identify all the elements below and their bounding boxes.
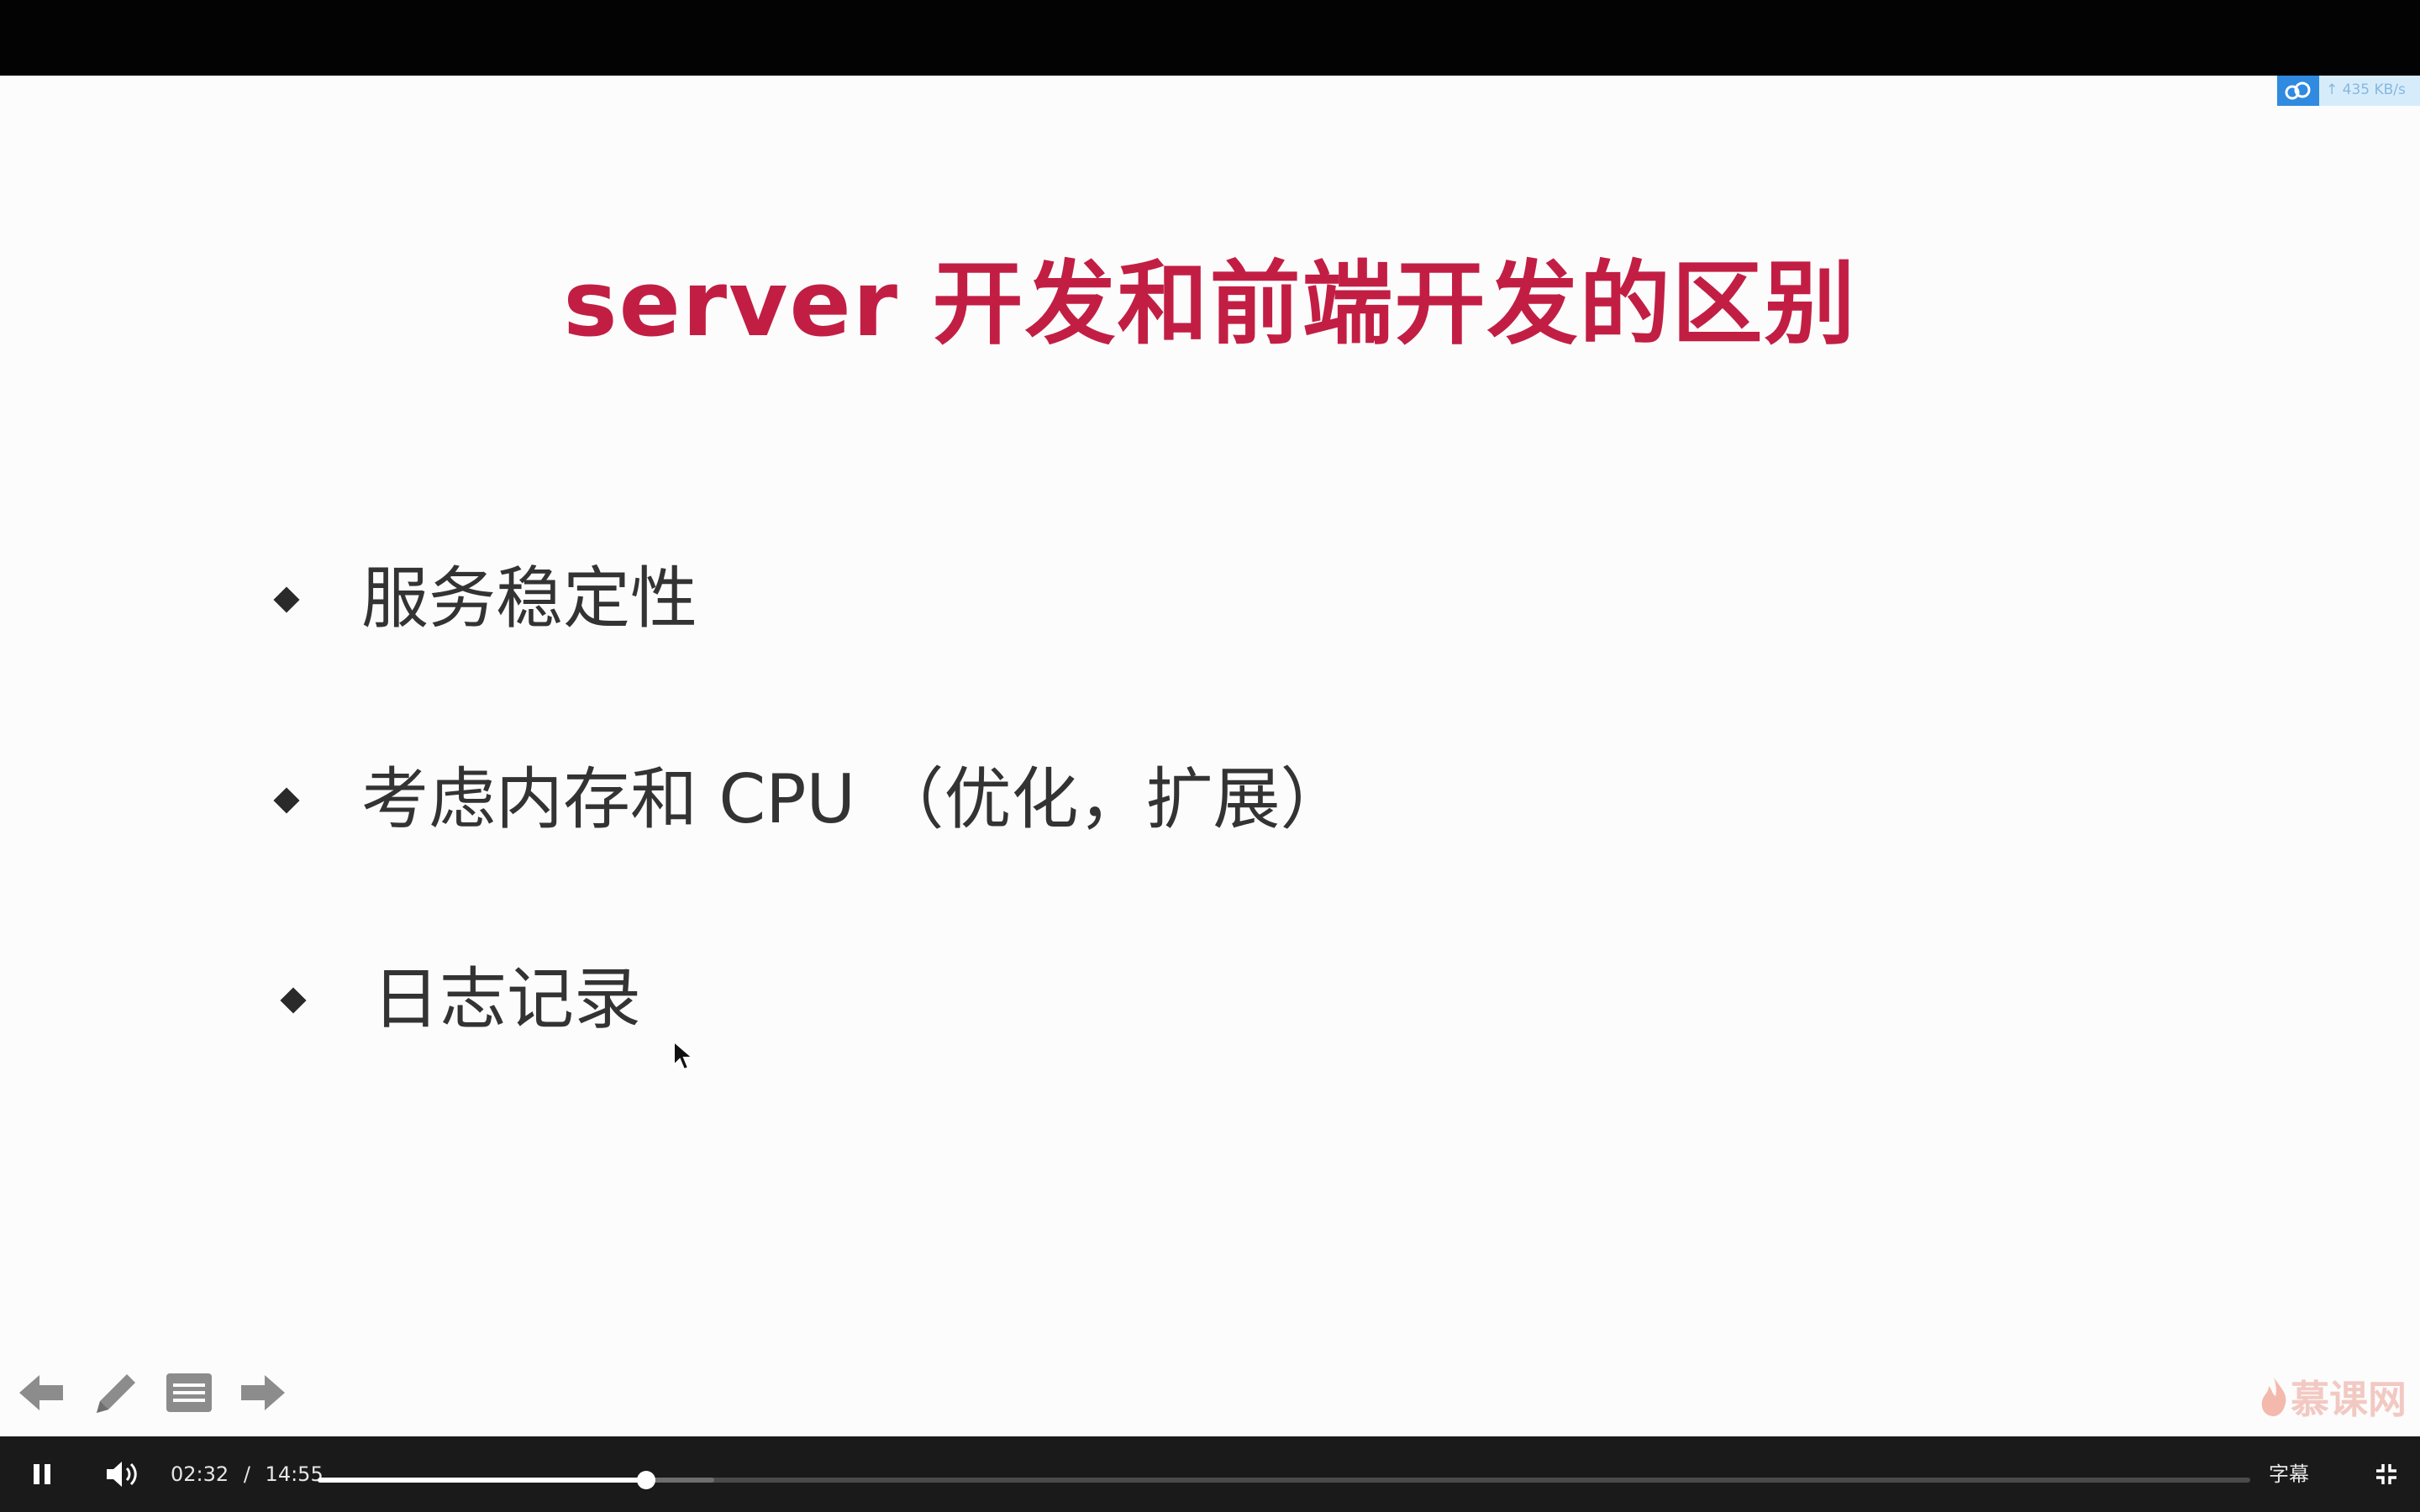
mouse-cursor-icon: [673, 1040, 695, 1071]
player-controls: 02:32 / 14:55: [0, 1436, 2420, 1512]
current-time: 02:32: [171, 1462, 229, 1486]
subtitle-button[interactable]: 字幕: [2269, 1436, 2309, 1512]
time-display: 02:32 / 14:55: [171, 1436, 324, 1512]
cloud-icon: [2277, 76, 2319, 106]
brand-watermark: 慕课网: [2257, 1369, 2407, 1425]
watermark-text: 慕课网: [2291, 1377, 2407, 1422]
diamond-bullet-icon: [280, 987, 307, 1014]
progress-played: [318, 1478, 646, 1483]
bullet-text: 日志记录: [372, 960, 641, 1038]
diamond-bullet-icon: [273, 586, 300, 613]
slide-title: server 开发和前端开发的区别: [563, 252, 1857, 357]
pause-button[interactable]: [18, 1436, 66, 1512]
bullet-text: 服务稳定性: [361, 559, 697, 638]
flame-icon: [2261, 1378, 2286, 1416]
volume-icon: [107, 1462, 137, 1487]
slide-tools: [12, 1363, 308, 1422]
progress-bar[interactable]: [318, 1471, 2250, 1489]
time-separator: /: [243, 1462, 250, 1486]
network-speed-text: ↑ 435 KB/s: [2326, 81, 2406, 98]
top-letterbox: [0, 0, 2420, 76]
pause-icon: [34, 1464, 50, 1484]
duration: 14:55: [265, 1462, 324, 1486]
progress-thumb[interactable]: [637, 1471, 655, 1489]
diamond-bullet-icon: [273, 787, 300, 814]
pencil-icon[interactable]: [86, 1363, 145, 1422]
exit-fullscreen-icon: [2376, 1464, 2396, 1484]
network-speed-badge[interactable]: ↑ 435 KB/s: [2277, 76, 2420, 106]
slide-area: ↑ 435 KB/s server 开发和前端开发的区别 服务稳定性 考虑内存和…: [0, 76, 2420, 1436]
notes-icon[interactable]: [160, 1363, 218, 1422]
exit-fullscreen-button[interactable]: [2363, 1436, 2410, 1512]
volume-button[interactable]: [97, 1436, 147, 1512]
fullscreen-exit-area: [2353, 1436, 2420, 1512]
bullet-text: 考虑内存和 CPU （优化，扩展）: [361, 760, 1348, 838]
arrow-right-icon[interactable]: [234, 1363, 292, 1422]
arrow-left-icon[interactable]: [12, 1363, 71, 1422]
